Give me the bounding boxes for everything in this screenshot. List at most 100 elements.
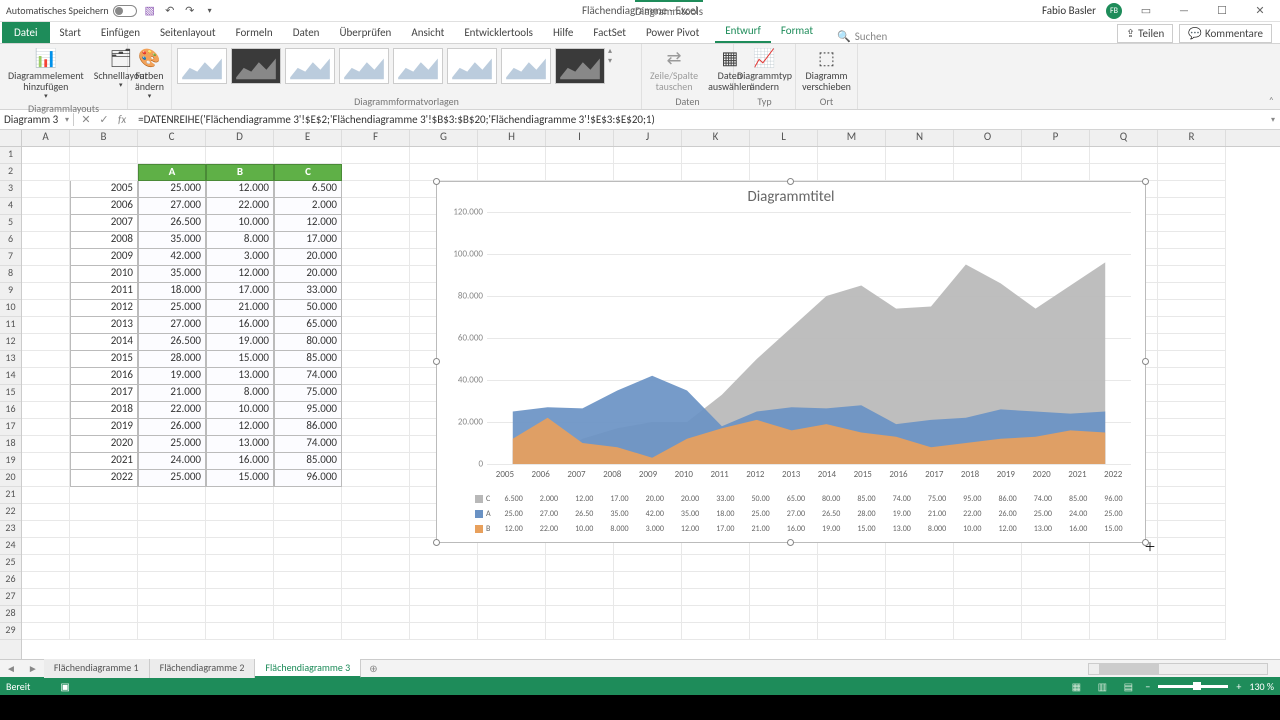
cell-D11[interactable]: 16.000 bbox=[206, 317, 274, 334]
cell-L25[interactable] bbox=[750, 555, 818, 572]
cell-B17[interactable]: 2019 bbox=[70, 419, 138, 436]
col-header-R[interactable]: R bbox=[1158, 130, 1226, 146]
cell-B10[interactable]: 2012 bbox=[70, 300, 138, 317]
row-header-2[interactable]: 2 bbox=[0, 164, 21, 181]
switch-row-col-button[interactable]: ⇄ Zeile/Spalte tauschen bbox=[646, 46, 702, 94]
cell-F8[interactable] bbox=[342, 266, 410, 283]
cell-K28[interactable] bbox=[682, 606, 750, 623]
cell-A11[interactable] bbox=[22, 317, 70, 334]
cell-D29[interactable] bbox=[206, 623, 274, 640]
tab-einfügen[interactable]: Einfügen bbox=[91, 22, 150, 43]
cell-A23[interactable] bbox=[22, 521, 70, 538]
cell-I1[interactable] bbox=[546, 147, 614, 164]
col-header-H[interactable]: H bbox=[478, 130, 546, 146]
cell-N29[interactable] bbox=[886, 623, 954, 640]
cell-C29[interactable] bbox=[138, 623, 206, 640]
cell-F2[interactable] bbox=[342, 164, 410, 181]
minimize-icon[interactable]: — bbox=[1170, 2, 1198, 20]
cell-Q28[interactable] bbox=[1090, 606, 1158, 623]
move-chart-button[interactable]: ⬚ Diagramm verschieben bbox=[800, 46, 853, 94]
cell-K29[interactable] bbox=[682, 623, 750, 640]
cell-C18[interactable]: 25.000 bbox=[138, 436, 206, 453]
cell-C19[interactable]: 24.000 bbox=[138, 453, 206, 470]
row-header-25[interactable]: 25 bbox=[0, 555, 21, 572]
cell-E7[interactable]: 20.000 bbox=[274, 249, 342, 266]
cell-E10[interactable]: 50.000 bbox=[274, 300, 342, 317]
cell-B23[interactable] bbox=[70, 521, 138, 538]
comments-button[interactable]: 💬Kommentare bbox=[1179, 24, 1272, 43]
cell-B26[interactable] bbox=[70, 572, 138, 589]
cell-C24[interactable] bbox=[138, 538, 206, 555]
cell-G27[interactable] bbox=[410, 589, 478, 606]
cell-F25[interactable] bbox=[342, 555, 410, 572]
cell-H29[interactable] bbox=[478, 623, 546, 640]
cell-E18[interactable]: 74.000 bbox=[274, 436, 342, 453]
chart-style-4[interactable] bbox=[339, 48, 389, 84]
cell-C5[interactable]: 26.500 bbox=[138, 215, 206, 232]
collapse-ribbon-icon[interactable]: ˄ bbox=[1269, 94, 1274, 107]
cell-D12[interactable]: 19.000 bbox=[206, 334, 274, 351]
cell-H26[interactable] bbox=[478, 572, 546, 589]
tab-format[interactable]: Format bbox=[771, 20, 823, 43]
cell-A3[interactable] bbox=[22, 181, 70, 198]
cell-C12[interactable]: 26.500 bbox=[138, 334, 206, 351]
cell-Q1[interactable] bbox=[1090, 147, 1158, 164]
cell-D27[interactable] bbox=[206, 589, 274, 606]
cell-A13[interactable] bbox=[22, 351, 70, 368]
select-all-corner[interactable] bbox=[0, 130, 22, 147]
cell-A27[interactable] bbox=[22, 589, 70, 606]
cell-C14[interactable]: 19.000 bbox=[138, 368, 206, 385]
cell-G26[interactable] bbox=[410, 572, 478, 589]
cell-E13[interactable]: 85.000 bbox=[274, 351, 342, 368]
cell-L2[interactable] bbox=[750, 164, 818, 181]
cell-B15[interactable]: 2017 bbox=[70, 385, 138, 402]
cell-J1[interactable] bbox=[614, 147, 682, 164]
cell-M29[interactable] bbox=[818, 623, 886, 640]
row-header-8[interactable]: 8 bbox=[0, 266, 21, 283]
cell-A28[interactable] bbox=[22, 606, 70, 623]
tab-start[interactable]: Start bbox=[50, 22, 91, 43]
row-header-19[interactable]: 19 bbox=[0, 453, 21, 470]
chart-style-1[interactable] bbox=[177, 48, 227, 84]
chart-style-5[interactable] bbox=[393, 48, 443, 84]
cell-L1[interactable] bbox=[750, 147, 818, 164]
cell-A26[interactable] bbox=[22, 572, 70, 589]
cell-M27[interactable] bbox=[818, 589, 886, 606]
cell-R10[interactable] bbox=[1158, 300, 1226, 317]
cell-C7[interactable]: 42.000 bbox=[138, 249, 206, 266]
cell-G28[interactable] bbox=[410, 606, 478, 623]
cell-B13[interactable]: 2015 bbox=[70, 351, 138, 368]
cell-F17[interactable] bbox=[342, 419, 410, 436]
cell-E17[interactable]: 86.000 bbox=[274, 419, 342, 436]
cell-E8[interactable]: 20.000 bbox=[274, 266, 342, 283]
cell-N26[interactable] bbox=[886, 572, 954, 589]
cell-I25[interactable] bbox=[546, 555, 614, 572]
cell-D16[interactable]: 10.000 bbox=[206, 402, 274, 419]
cell-B21[interactable] bbox=[70, 487, 138, 504]
cell-A14[interactable] bbox=[22, 368, 70, 385]
cell-D7[interactable]: 3.000 bbox=[206, 249, 274, 266]
cell-R3[interactable] bbox=[1158, 181, 1226, 198]
cell-P29[interactable] bbox=[1022, 623, 1090, 640]
cell-C2[interactable]: A bbox=[138, 164, 206, 181]
macro-record-icon[interactable]: ▣ bbox=[60, 680, 69, 693]
cell-R19[interactable] bbox=[1158, 453, 1226, 470]
zoom-level[interactable]: 130 % bbox=[1249, 680, 1274, 693]
cell-A2[interactable] bbox=[22, 164, 70, 181]
cell-F12[interactable] bbox=[342, 334, 410, 351]
cell-D6[interactable]: 8.000 bbox=[206, 232, 274, 249]
cell-E9[interactable]: 33.000 bbox=[274, 283, 342, 300]
cell-F11[interactable] bbox=[342, 317, 410, 334]
save-icon[interactable]: ▧ bbox=[143, 4, 157, 18]
sheet-nav-next-icon[interactable]: ► bbox=[22, 662, 44, 675]
cell-A5[interactable] bbox=[22, 215, 70, 232]
row-header-13[interactable]: 13 bbox=[0, 351, 21, 368]
chart-title[interactable]: Diagrammtitel bbox=[437, 182, 1145, 208]
cell-P28[interactable] bbox=[1022, 606, 1090, 623]
undo-icon[interactable]: ↶ bbox=[163, 4, 177, 18]
cell-G2[interactable] bbox=[410, 164, 478, 181]
cell-J25[interactable] bbox=[614, 555, 682, 572]
cell-R2[interactable] bbox=[1158, 164, 1226, 181]
col-header-C[interactable]: C bbox=[138, 130, 206, 146]
cell-C23[interactable] bbox=[138, 521, 206, 538]
